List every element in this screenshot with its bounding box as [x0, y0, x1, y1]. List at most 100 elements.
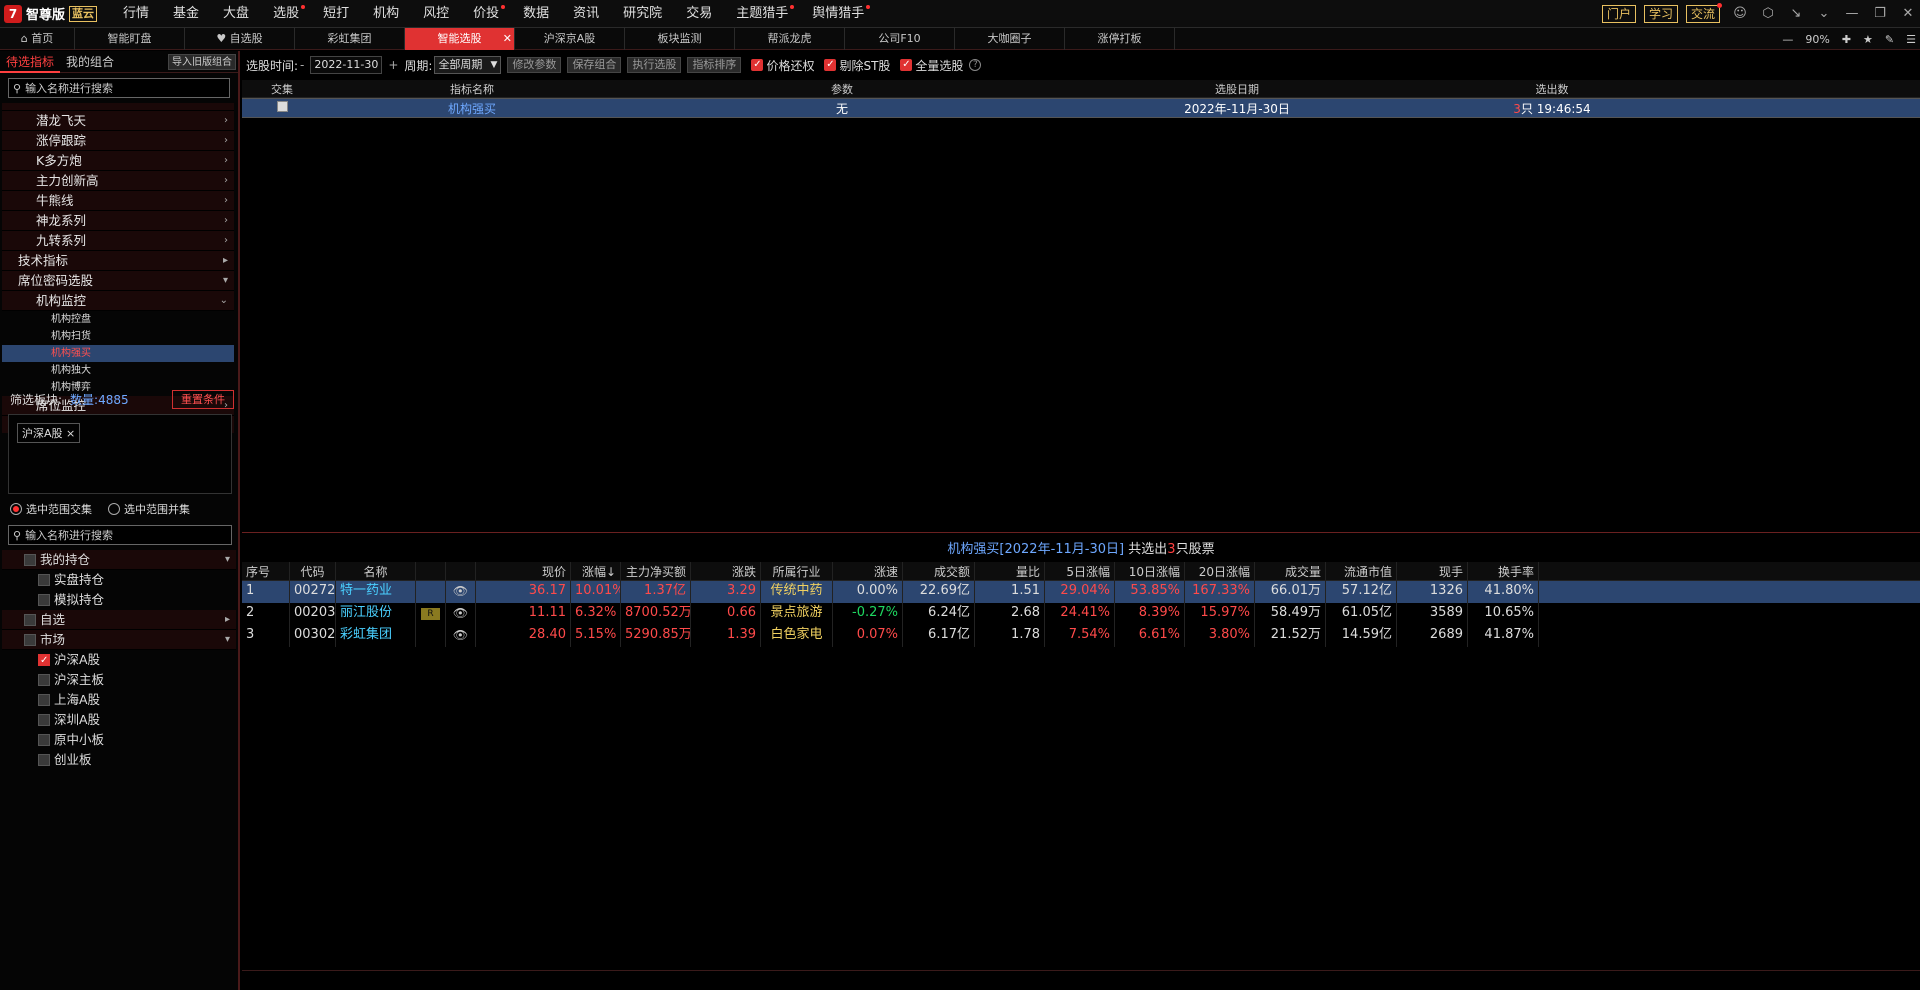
nav-item[interactable]: 资讯	[561, 0, 611, 28]
indicator-search-input[interactable]: ⚲ 输入名称进行搜索	[8, 78, 230, 98]
tab-2[interactable]: ♥ 自选股	[185, 27, 295, 50]
chevron-down-icon[interactable]: ⌄	[1816, 6, 1832, 22]
table-row[interactable]: 1002728特一药业 👁 36.1710.01%1.37亿3.29传统中药0.00…	[242, 581, 1920, 603]
market-checkbox[interactable]	[38, 754, 50, 766]
result-col-header[interactable]: 涨幅↓	[571, 562, 621, 580]
result-col-header[interactable]: 成交量	[1255, 562, 1326, 580]
market-item[interactable]: 创业板	[2, 750, 236, 770]
tree-leaf[interactable]: 机构强买	[2, 345, 234, 362]
tree-node[interactable]: 潜龙飞天 ›	[2, 111, 234, 131]
result-col-header[interactable]: 主力净买额	[621, 562, 691, 580]
result-col-header[interactable]: 代码	[290, 562, 336, 580]
run-screen-button[interactable]: 执行选股	[627, 57, 682, 73]
tree-leaf[interactable]: 机构独大	[2, 362, 234, 379]
radio-union-label[interactable]: 选中范围并集	[124, 501, 190, 517]
cell-name[interactable]: 特一药业	[336, 581, 416, 603]
nav-item[interactable]: 风控	[411, 0, 461, 28]
save-combo-button[interactable]: 保存组合	[567, 57, 622, 73]
result-col-header[interactable]: 名称	[336, 562, 416, 580]
market-checkbox[interactable]	[24, 554, 36, 566]
tree-node[interactable]: 九转系列 ›	[2, 231, 234, 251]
tab-my-combos[interactable]: 我的组合	[60, 51, 120, 73]
tree-node[interactable]: 技术指标 ▸	[2, 251, 234, 271]
tree-node[interactable]: 神龙系列 ›	[2, 211, 234, 231]
col-params[interactable]: 参数	[622, 81, 1062, 97]
tab-10[interactable]: 涨停打板	[1065, 27, 1175, 50]
zoom-out-icon[interactable]: —	[1782, 33, 1793, 46]
market-checkbox[interactable]	[38, 594, 50, 606]
market-checkbox[interactable]	[38, 651, 50, 671]
row-checkbox[interactable]	[276, 101, 288, 112]
indicator-row[interactable]: 机构强买 无 2022年-11月-30日 3只 19:46:54	[242, 98, 1920, 118]
result-col-header[interactable]: 流通市值	[1326, 562, 1397, 580]
selected-block-chip[interactable]: 沪深A股 ×	[17, 423, 81, 443]
minimize-icon[interactable]: —	[1844, 6, 1860, 22]
result-col-header[interactable]	[416, 562, 446, 580]
eye-icon[interactable]: 👁	[453, 584, 468, 598]
learn-button[interactable]: 学习	[1643, 5, 1678, 23]
market-checkbox[interactable]	[38, 694, 50, 706]
sort-indicators-button[interactable]: 指标排序	[687, 57, 742, 73]
close-icon[interactable]: ✕	[1900, 6, 1916, 22]
exclude-st-checkbox[interactable]: ✓ 剔除ST股	[824, 57, 890, 74]
full-screen-checkbox[interactable]: ✓ 全量选股	[900, 57, 963, 74]
nav-item[interactable]: 研究院	[611, 0, 674, 28]
market-checkbox[interactable]	[24, 614, 36, 626]
radio-union[interactable]	[108, 503, 120, 515]
eye-icon[interactable]: 👁	[453, 606, 468, 620]
tab-6[interactable]: 板块监测	[625, 27, 735, 50]
result-col-header[interactable]: 涨跌	[691, 562, 761, 580]
result-col-header[interactable]: 现价	[476, 562, 571, 580]
tab-8[interactable]: 公司F10	[845, 27, 955, 50]
table-row[interactable]: 3003023彩虹集团 👁 28.405.15%5290.85万1.39白色家电0.…	[242, 625, 1920, 647]
cell-code[interactable]: 002728	[290, 581, 336, 603]
nav-item[interactable]: 选股	[261, 0, 311, 28]
result-col-header[interactable]: 10日涨幅	[1115, 562, 1185, 580]
help-icon[interactable]: ?	[969, 59, 982, 71]
cell-code[interactable]: 002033	[290, 603, 336, 625]
nav-item[interactable]: 交易	[674, 0, 724, 28]
market-checkbox[interactable]	[38, 734, 50, 746]
date-decrement[interactable]: -	[300, 58, 304, 72]
tree-node[interactable]: 主力创新高 ›	[2, 171, 234, 191]
col-count[interactable]: 选出数	[1412, 81, 1692, 97]
result-col-header[interactable]: 换手率	[1468, 562, 1539, 580]
nav-item[interactable]: 短打	[311, 0, 361, 28]
market-checkbox[interactable]	[38, 674, 50, 686]
market-item[interactable]: 沪深A股	[2, 650, 236, 671]
market-item[interactable]: 沪深主板	[2, 670, 236, 690]
reset-conditions-button[interactable]: 重置条件	[172, 389, 234, 409]
tab-3[interactable]: 彩虹集团	[295, 27, 405, 50]
nav-item[interactable]: 行情	[111, 0, 161, 28]
col-intersection[interactable]: 交集	[242, 81, 322, 97]
user-icon[interactable]: ☺	[1732, 6, 1748, 22]
result-col-header[interactable]: 序号	[242, 562, 290, 580]
edit-params-button[interactable]: 修改参数	[507, 57, 562, 73]
radio-intersection[interactable]	[10, 503, 22, 515]
market-item[interactable]: 实盘持仓	[2, 570, 236, 590]
cell-name[interactable]: 丽江股份	[336, 603, 416, 625]
result-col-header[interactable]: 所属行业	[761, 562, 833, 580]
eye-icon[interactable]: 👁	[453, 628, 468, 642]
col-date[interactable]: 选股日期	[1062, 81, 1412, 97]
market-checkbox[interactable]	[24, 634, 36, 646]
tree-node[interactable]: 席位密码选股 ▾	[2, 271, 234, 291]
cell-code[interactable]: 003023	[290, 625, 336, 647]
market-item[interactable]: 自选 ▸	[2, 610, 236, 630]
nav-item[interactable]: 机构	[361, 0, 411, 28]
cell-eye[interactable]: 👁	[446, 625, 476, 647]
nav-item[interactable]: 价投	[461, 0, 511, 28]
result-col-header[interactable]: 成交额	[903, 562, 975, 580]
cell-eye[interactable]: 👁	[446, 603, 476, 625]
close-tab-icon[interactable]: ✕	[503, 28, 512, 50]
chat-button[interactable]: 交流	[1685, 3, 1722, 23]
import-old-combo-button[interactable]: 导入旧版组合	[168, 53, 236, 70]
zoom-in-icon[interactable]: ✚	[1842, 33, 1851, 46]
tree-node[interactable]: 牛熊线 ›	[2, 191, 234, 211]
app-logo[interactable]: 7 智尊版 蓝云	[4, 4, 98, 23]
tab-7[interactable]: 帮派龙虎	[735, 27, 845, 50]
tree-leaf[interactable]: 机构扫货	[2, 328, 234, 345]
tree-leaf[interactable]: 机构控盘	[2, 311, 234, 328]
nav-item[interactable]: 基金	[161, 0, 211, 28]
nav-item[interactable]: 舆情猎手	[800, 0, 876, 28]
